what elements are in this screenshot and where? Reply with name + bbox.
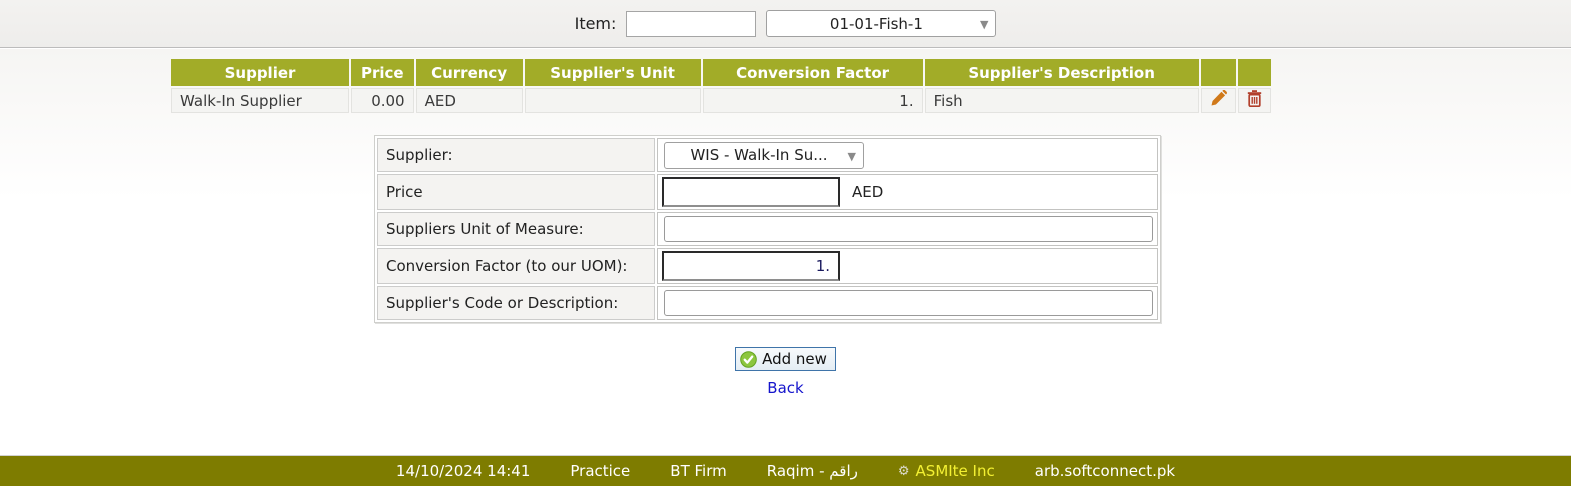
back-link[interactable]: Back — [0, 379, 1571, 397]
conversion-factor-label: Conversion Factor (to our UOM): — [377, 248, 655, 284]
trash-icon — [1247, 93, 1262, 111]
table-row: Walk-In Supplier 0.00 AED 1. Fish — [171, 88, 1271, 113]
footer-domain: arb.softconnect.pk — [1035, 462, 1175, 480]
supplier-label: Supplier: — [377, 138, 655, 172]
pencil-icon — [1210, 93, 1227, 111]
footer-firm: BT Firm — [670, 462, 726, 480]
price-label: Price — [377, 174, 655, 210]
footer-environment: Practice — [570, 462, 630, 480]
form-row-supplier: Supplier: WIS - Walk-In Su... ▼ — [377, 138, 1158, 172]
add-new-label: Add new — [762, 350, 827, 368]
top-bar: Item: 01-01-Fish-1 ▼ — [0, 0, 1571, 48]
col-header-price: Price — [351, 59, 414, 86]
chevron-down-icon: ▼ — [980, 18, 988, 31]
footer-datetime: 14/10/2024 14:41 — [396, 462, 530, 480]
supplier-select-value: WIS - Walk-In Su... — [665, 146, 863, 164]
col-header-delete — [1238, 59, 1271, 86]
check-circle-icon — [740, 351, 757, 368]
col-header-conversion-factor: Conversion Factor — [703, 59, 923, 86]
item-select-value: 01-01-Fish-1 — [767, 15, 995, 33]
table-header-row: Supplier Price Currency Supplier's Unit … — [171, 59, 1271, 86]
cell-conversion-factor: 1. — [703, 88, 923, 113]
chevron-down-icon: ▼ — [848, 150, 856, 163]
item-select[interactable]: 01-01-Fish-1 ▼ — [766, 10, 996, 37]
delete-row-button[interactable] — [1238, 88, 1271, 113]
form-row-price: Price AED — [377, 174, 1158, 210]
col-header-suppliers-description: Supplier's Description — [925, 59, 1199, 86]
cell-suppliers-unit — [525, 88, 701, 113]
form-row-unit: Suppliers Unit of Measure: — [377, 212, 1158, 246]
unit-of-measure-input[interactable] — [664, 216, 1153, 242]
suppliers-table: Supplier Price Currency Supplier's Unit … — [169, 57, 1273, 115]
gear-icon: ⚙ — [898, 464, 910, 479]
price-currency-label: AED — [852, 183, 883, 201]
supplier-select[interactable]: WIS - Walk-In Su... ▼ — [664, 142, 864, 169]
form-row-conversion: Conversion Factor (to our UOM): — [377, 248, 1158, 284]
form-row-description: Supplier's Code or Description: — [377, 286, 1158, 320]
col-header-edit — [1201, 59, 1236, 86]
cell-currency: AED — [416, 88, 523, 113]
col-header-currency: Currency — [416, 59, 523, 86]
cell-supplier: Walk-In Supplier — [171, 88, 349, 113]
unit-of-measure-label: Suppliers Unit of Measure: — [377, 212, 655, 246]
col-header-suppliers-unit: Supplier's Unit — [525, 59, 701, 86]
item-search-input[interactable] — [626, 11, 756, 37]
code-description-input[interactable] — [664, 290, 1153, 316]
price-input[interactable] — [662, 177, 840, 207]
cell-suppliers-description: Fish — [925, 88, 1199, 113]
footer-bar: 14/10/2024 14:41 Practice BT Firm Raqim … — [0, 455, 1571, 486]
cell-price: 0.00 — [351, 88, 414, 113]
add-new-button[interactable]: Add new — [735, 347, 836, 371]
supplier-form: Supplier: WIS - Walk-In Su... ▼ Price AE… — [374, 135, 1161, 323]
conversion-factor-input[interactable] — [662, 251, 840, 281]
footer-company-name: ASMIte Inc — [916, 462, 995, 480]
actions-area: Add new Back — [0, 347, 1571, 397]
col-header-supplier: Supplier — [171, 59, 349, 86]
page: Item: 01-01-Fish-1 ▼ Supplier Price Curr… — [0, 0, 1571, 486]
footer-company: ⚙ ASMIte Inc — [898, 462, 995, 480]
footer-user: Raqim - راقم — [767, 462, 858, 480]
code-description-label: Supplier's Code or Description: — [377, 286, 655, 320]
item-label: Item: — [575, 14, 617, 33]
edit-row-button[interactable] — [1201, 88, 1236, 113]
